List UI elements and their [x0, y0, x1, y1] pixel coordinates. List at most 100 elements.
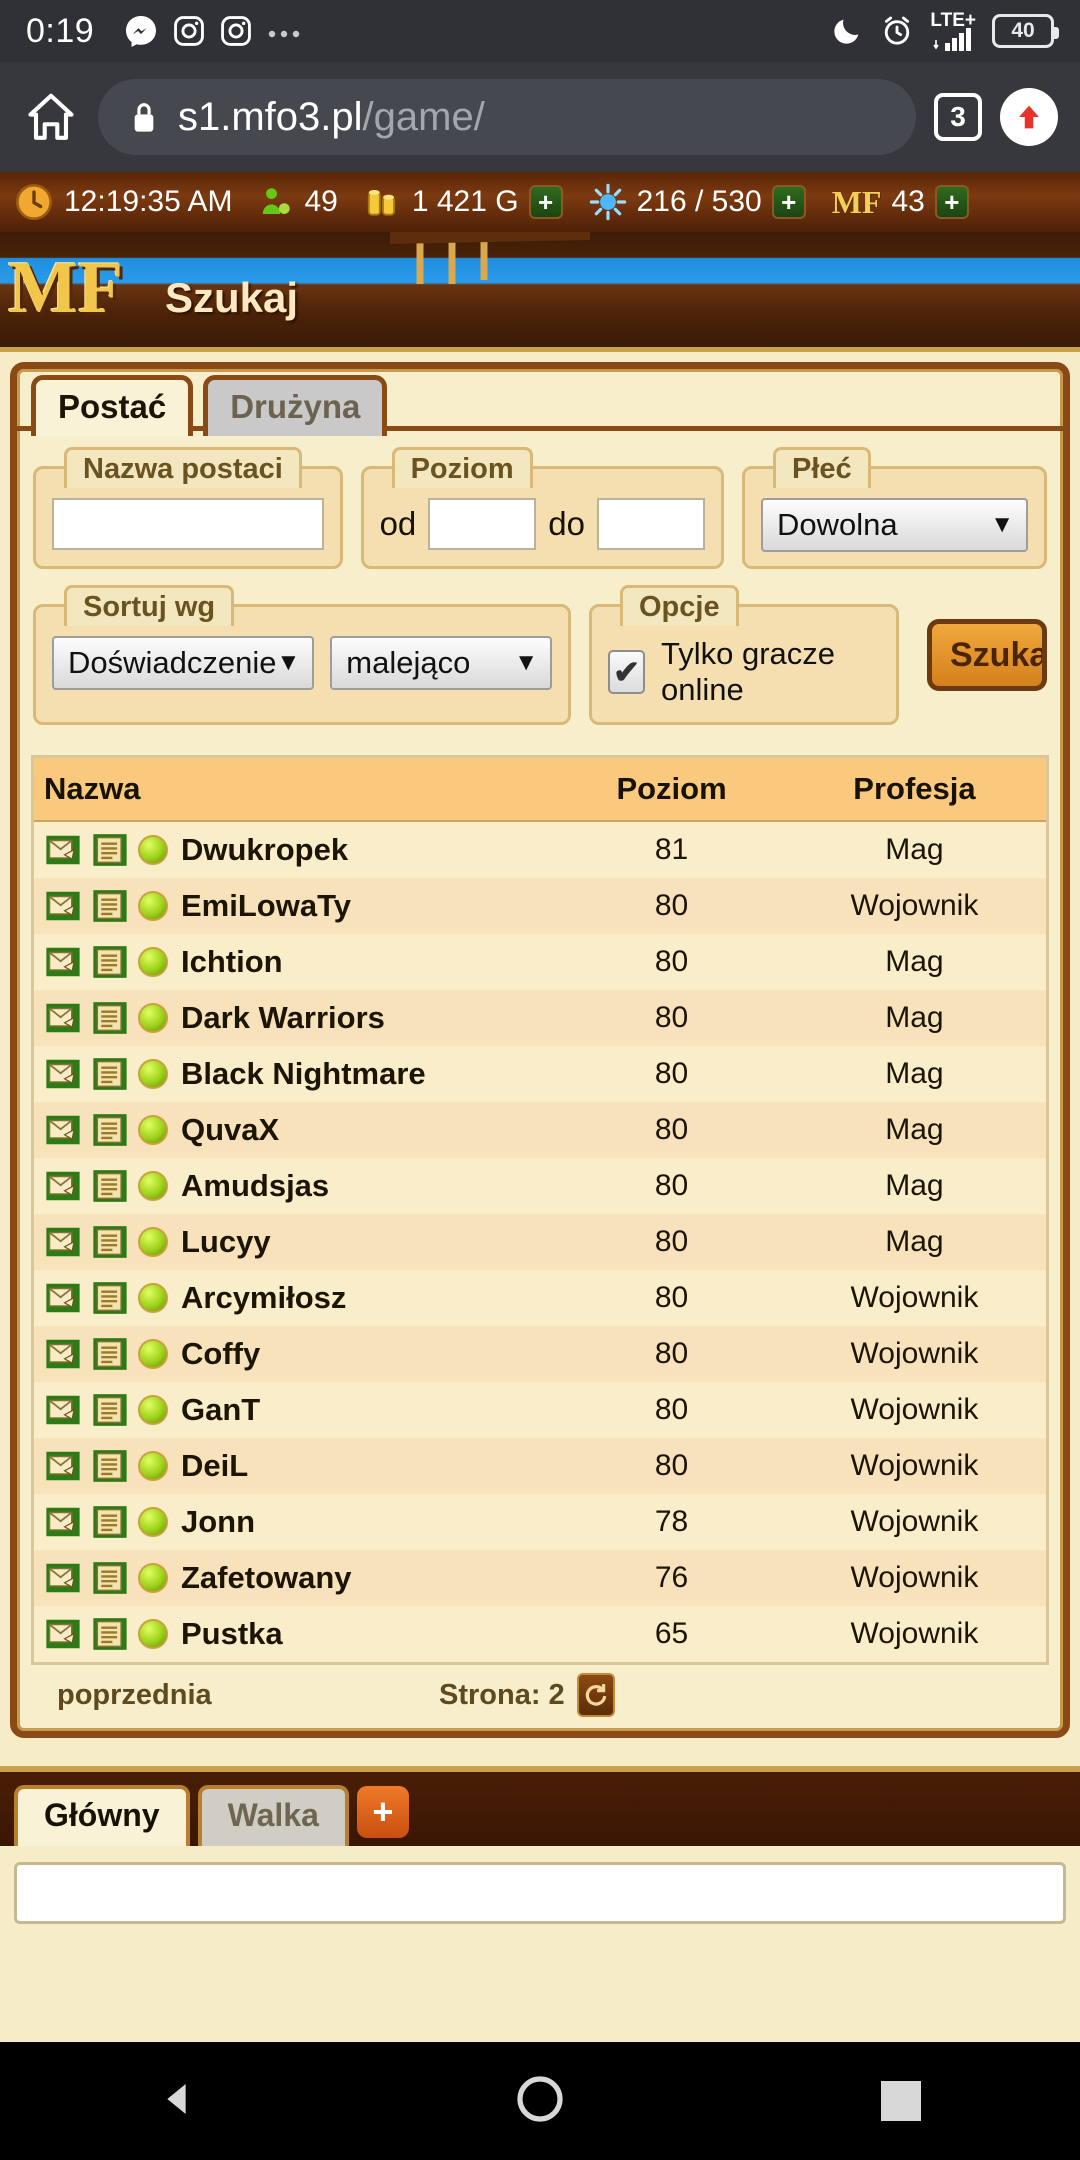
cell-profession: Wojownik	[850, 1449, 979, 1482]
player-name[interactable]: Zafetowany	[181, 1560, 352, 1596]
profile-icon[interactable]	[91, 1391, 129, 1429]
player-name[interactable]: DeiL	[181, 1448, 248, 1484]
character-name-input[interactable]	[52, 498, 324, 550]
player-name[interactable]: Coffy	[181, 1336, 260, 1372]
mail-icon[interactable]	[44, 1279, 82, 1317]
column-header-name[interactable]: Nazwa	[34, 758, 561, 822]
player-name[interactable]: Black Nightmare	[181, 1056, 426, 1092]
sort-by-select[interactable]: Doświadczenie ▼	[52, 636, 315, 690]
sort-direction-select[interactable]: malejąco ▼	[330, 636, 552, 690]
chat-input[interactable]	[14, 1862, 1066, 1924]
cell-level: 80	[654, 1001, 689, 1034]
table-row[interactable]: Dark Warriors 80 Mag	[34, 990, 1046, 1046]
profile-icon[interactable]	[91, 1447, 129, 1485]
arrow-up-icon[interactable]	[1000, 88, 1058, 146]
profile-icon[interactable]	[91, 943, 129, 981]
online-only-checkbox[interactable]: ✔	[608, 650, 646, 694]
tab-postac[interactable]: Postać	[31, 375, 194, 436]
table-row[interactable]: Zafetowany 76 Wojownik	[34, 1550, 1046, 1606]
mail-icon[interactable]	[44, 1559, 82, 1597]
mail-icon[interactable]	[44, 1447, 82, 1485]
player-name[interactable]: EmiLowaTy	[181, 888, 351, 924]
chat-tab-glowny[interactable]: Główny	[14, 1785, 190, 1846]
chevron-down-icon: ▼	[514, 649, 538, 676]
mail-icon[interactable]	[44, 1167, 82, 1205]
tab-druzyna[interactable]: Drużyna	[203, 375, 388, 436]
table-row[interactable]: Ichtion 80 Mag	[34, 934, 1046, 990]
phone-screen: 0:19 LTE+ 40 s1.mfo3.pl/game/ 3 12:19:35…	[0, 0, 1080, 2160]
player-name[interactable]: Dark Warriors	[181, 1000, 385, 1036]
player-name[interactable]: Amudsjas	[181, 1168, 329, 1204]
player-name[interactable]: Jonn	[181, 1504, 255, 1540]
mail-icon[interactable]	[44, 1111, 82, 1149]
tab-count-button[interactable]: 3	[934, 93, 982, 141]
profile-icon[interactable]	[91, 831, 129, 869]
profile-icon[interactable]	[91, 1615, 129, 1653]
mf-plus-button[interactable]: +	[934, 185, 969, 219]
player-name[interactable]: Dwukropek	[181, 832, 348, 868]
mail-icon[interactable]	[44, 943, 82, 981]
url-bar[interactable]: s1.mfo3.pl/game/	[98, 79, 916, 155]
table-row[interactable]: QuvaX 80 Mag	[34, 1102, 1046, 1158]
table-row[interactable]: Pustka 65 Wojownik	[34, 1606, 1046, 1662]
energy-plus-button[interactable]: +	[771, 185, 806, 219]
cell-name: Coffy	[34, 1326, 560, 1382]
profile-icon[interactable]	[91, 1503, 129, 1541]
player-name[interactable]: Pustka	[181, 1616, 283, 1652]
profile-icon[interactable]	[91, 1055, 129, 1093]
table-row[interactable]: Lucyy 80 Mag	[34, 1214, 1046, 1270]
gender-select[interactable]: Dowolna ▼	[761, 498, 1028, 552]
table-row[interactable]: Arcymiłosz 80 Wojownik	[34, 1270, 1046, 1326]
level-from-input[interactable]	[428, 498, 537, 550]
column-header-profession[interactable]: Profesja	[782, 758, 1046, 822]
previous-page-link[interactable]: poprzednia	[35, 1679, 439, 1712]
profile-icon[interactable]	[91, 1223, 129, 1261]
table-row[interactable]: EmiLowaTy 80 Wojownik	[34, 878, 1046, 934]
search-tabs: Postać Drużyna	[17, 369, 1063, 436]
home-icon[interactable]	[22, 88, 80, 146]
square-recents-icon[interactable]	[881, 2081, 922, 2121]
gold-plus-button[interactable]: +	[528, 185, 563, 219]
add-chat-tab-button[interactable]: +	[356, 1786, 409, 1838]
triangle-back-icon[interactable]	[159, 2079, 199, 2124]
mail-icon[interactable]	[44, 887, 82, 925]
mail-icon[interactable]	[44, 1503, 82, 1541]
mail-icon[interactable]	[44, 1391, 82, 1429]
profile-icon[interactable]	[91, 999, 129, 1037]
player-name[interactable]: Arcymiłosz	[181, 1280, 346, 1316]
profile-icon[interactable]	[91, 887, 129, 925]
profile-icon[interactable]	[91, 1111, 129, 1149]
table-row[interactable]: Amudsjas 80 Mag	[34, 1158, 1046, 1214]
mail-icon[interactable]	[44, 1223, 82, 1261]
table-row[interactable]: Coffy 80 Wojownik	[34, 1326, 1046, 1382]
player-name[interactable]: GanT	[181, 1392, 260, 1428]
game-logo: MF	[8, 247, 124, 329]
refresh-icon[interactable]	[576, 1673, 615, 1717]
level-to-input[interactable]	[597, 498, 705, 550]
search-button[interactable]: Szukaj	[927, 619, 1047, 691]
column-header-level[interactable]: Poziom	[560, 758, 783, 822]
mail-icon[interactable]	[44, 999, 82, 1037]
player-name[interactable]: Ichtion	[181, 944, 283, 980]
mail-icon[interactable]	[44, 831, 82, 869]
player-name[interactable]: QuvaX	[181, 1112, 279, 1148]
table-row[interactable]: GanT 80 Wojownik	[34, 1382, 1046, 1438]
profile-icon[interactable]	[91, 1559, 129, 1597]
instagram-icon	[219, 14, 253, 48]
mail-icon[interactable]	[44, 1335, 82, 1373]
player-name[interactable]: Lucyy	[181, 1224, 271, 1260]
profile-icon[interactable]	[91, 1167, 129, 1205]
mail-icon[interactable]	[44, 1055, 82, 1093]
chat-tab-walka[interactable]: Walka	[197, 1785, 349, 1846]
table-row[interactable]: Black Nightmare 80 Mag	[34, 1046, 1046, 1102]
table-row[interactable]: Dwukropek 81 Mag	[34, 821, 1046, 878]
profile-icon[interactable]	[91, 1279, 129, 1317]
online-dot-icon	[138, 1171, 168, 1201]
table-row[interactable]: Jonn 78 Wojownik	[34, 1494, 1046, 1550]
online-only-checkbox-row[interactable]: ✔ Tylko gracze online	[608, 636, 880, 708]
level-fieldset: Poziom od do	[360, 447, 724, 569]
table-row[interactable]: DeiL 80 Wojownik	[34, 1438, 1046, 1494]
profile-icon[interactable]	[91, 1335, 129, 1373]
mail-icon[interactable]	[44, 1615, 82, 1653]
circle-home-icon[interactable]	[516, 2075, 564, 2128]
